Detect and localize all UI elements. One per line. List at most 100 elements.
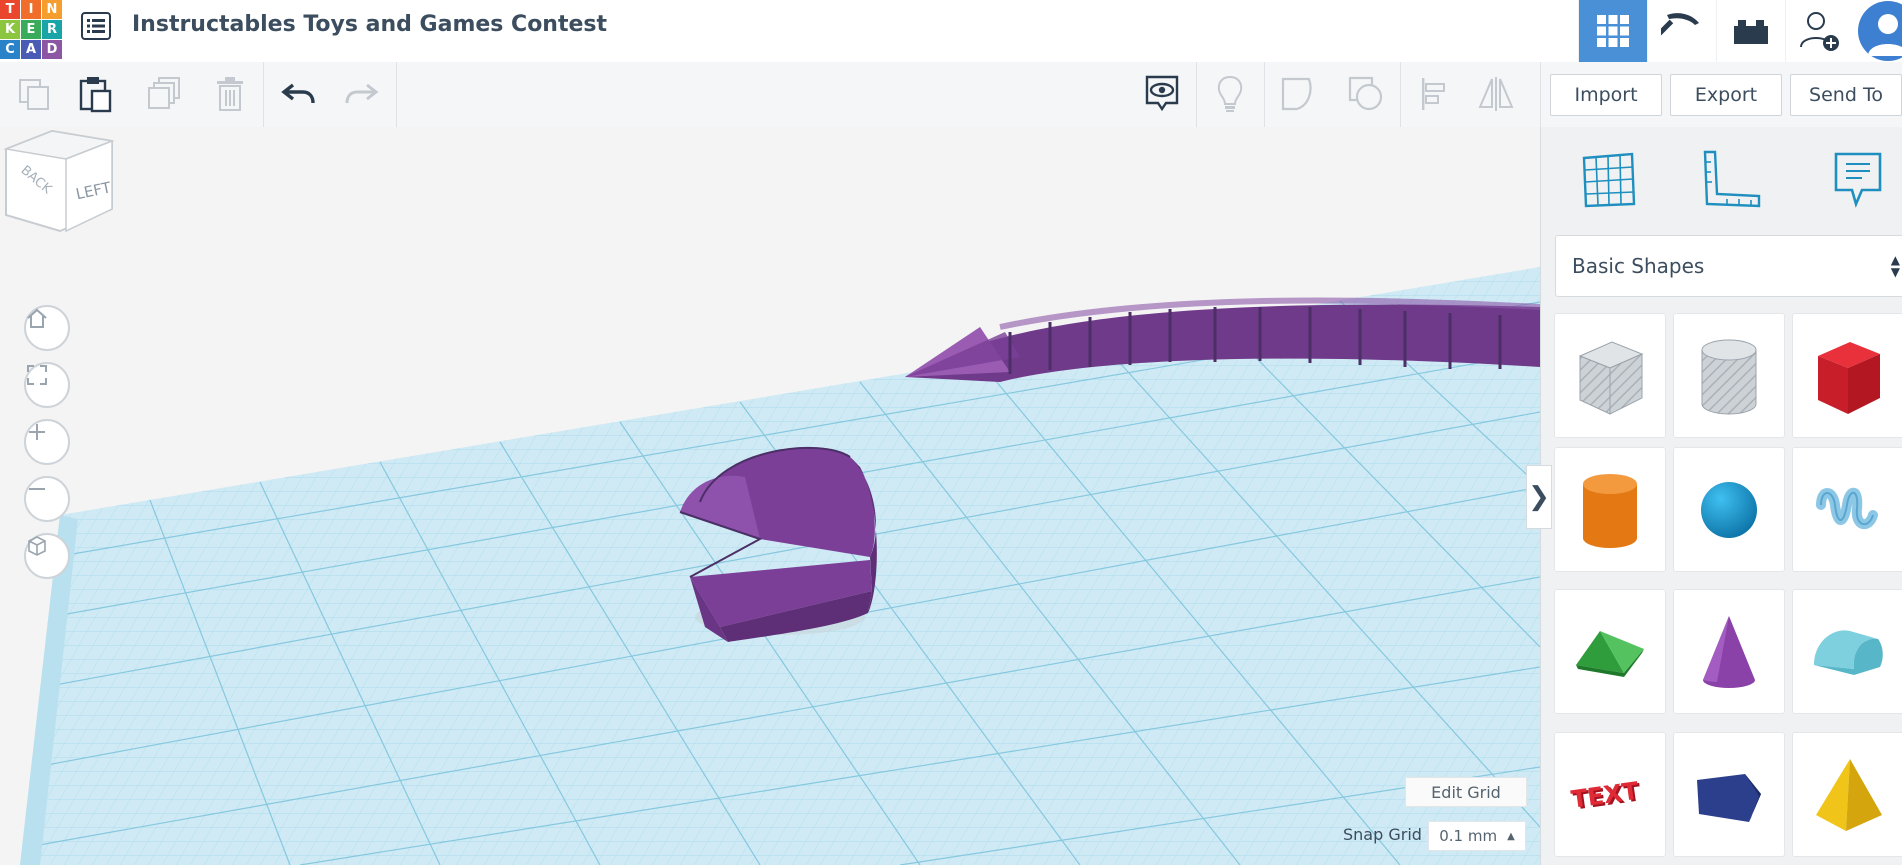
box-icon (1818, 341, 1880, 414)
workplane-icon (1582, 152, 1636, 208)
edit-toolbar: Import Export Send To (0, 62, 1902, 128)
shape-library-select[interactable]: Basic Shapes ▲ ▼ (1555, 235, 1902, 297)
shape-scribble[interactable] (1792, 447, 1902, 572)
logo-letter: C (0, 40, 20, 59)
workplane-viewport[interactable]: LEFT BACK Edit Grid Snap Grid 0.1 mm ▲ (0, 127, 1540, 865)
logo-letter: E (21, 20, 41, 39)
home-view-button[interactable] (24, 305, 70, 351)
text-shape-icon: TEXT TEXT (1569, 776, 1643, 815)
paste-icon (79, 77, 112, 113)
blocks-view-button[interactable] (1647, 0, 1716, 62)
fit-icon (27, 365, 47, 385)
toolbar-divider (1264, 62, 1265, 127)
profile-avatar[interactable] (1854, 0, 1902, 62)
group-button[interactable] (1276, 72, 1320, 116)
polygon-icon (1697, 773, 1761, 822)
plus-icon (29, 424, 45, 440)
lightbulb-icon (1217, 75, 1243, 112)
shape-box-hole[interactable] (1554, 313, 1666, 438)
duplicate-icon (148, 77, 180, 109)
view-cube[interactable]: LEFT BACK (0, 127, 116, 243)
profile-avatar-icon (1858, 1, 1902, 61)
round-roof-icon (1814, 629, 1883, 675)
show-all-button[interactable] (1140, 72, 1184, 116)
shape-polygon[interactable] (1673, 732, 1785, 857)
workplane-scene[interactable] (0, 127, 1540, 865)
notes-tool-button[interactable] (1823, 147, 1893, 213)
pyramid-icon (1816, 758, 1882, 831)
cone-icon (1703, 615, 1755, 688)
design-title[interactable]: Instructables Toys and Games Contest (132, 12, 607, 37)
undo-icon (281, 83, 315, 104)
ruler-tool-button[interactable] (1697, 147, 1767, 213)
top-bar: T I N K E R C A D Instructables Toys and… (0, 0, 1902, 63)
shapes-panel: Basic Shapes ▲ ▼ TEXT TEXT (1540, 127, 1902, 865)
toolbar-divider (396, 62, 397, 127)
snap-grid-label: Snap Grid (1343, 825, 1422, 844)
sphere-icon (1701, 481, 1757, 538)
align-icon (1422, 78, 1445, 110)
toolbar-divider (1196, 62, 1197, 127)
shape-text[interactable]: TEXT TEXT (1554, 732, 1666, 857)
logo-letter: D (42, 40, 62, 59)
list-icon (81, 12, 111, 40)
minus-icon (29, 488, 45, 490)
logo-letter: K (0, 20, 20, 39)
shape-roof[interactable] (1554, 589, 1666, 714)
fit-view-button[interactable] (24, 362, 70, 408)
logo-letter: R (42, 20, 62, 39)
roof-icon (1576, 630, 1644, 677)
toolbar-divider (1540, 62, 1541, 127)
duplicate-button[interactable] (142, 72, 186, 116)
mirror-button[interactable] (1474, 72, 1518, 116)
delete-button[interactable] (208, 72, 252, 116)
select-arrows-icon: ▲ ▼ (1890, 253, 1900, 279)
group-icon (1281, 77, 1312, 111)
ortho-view-button[interactable] (24, 533, 70, 579)
shape-cone[interactable] (1673, 589, 1785, 714)
paste-button[interactable] (74, 72, 118, 116)
zoom-out-button[interactable] (24, 476, 70, 522)
logo-letter: A (21, 40, 41, 59)
workplane-tool-button[interactable] (1573, 147, 1643, 213)
caret-up-icon: ▲ (1507, 830, 1515, 842)
design-list-button[interactable] (80, 10, 112, 42)
undo-button[interactable] (276, 72, 320, 116)
cylinder-icon (1583, 473, 1637, 548)
add-user-icon (1800, 12, 1839, 51)
shape-round-roof[interactable] (1792, 589, 1902, 714)
3d-design-view-button[interactable] (1578, 0, 1647, 62)
bricks-view-button[interactable] (1716, 0, 1785, 62)
shape-cylinder[interactable] (1554, 447, 1666, 572)
import-button[interactable]: Import (1550, 74, 1662, 116)
zoom-in-button[interactable] (24, 419, 70, 465)
invite-user-button[interactable] (1785, 0, 1854, 62)
redo-button[interactable] (340, 72, 384, 116)
shape-pyramid[interactable] (1792, 732, 1902, 857)
logo-letter: I (21, 0, 41, 19)
shape-library-value: Basic Shapes (1572, 254, 1705, 278)
redo-icon (345, 83, 379, 104)
toolbar-divider (263, 62, 264, 127)
send-to-button[interactable]: Send To (1790, 74, 1902, 116)
edit-grid-button[interactable]: Edit Grid (1405, 777, 1527, 807)
export-button[interactable]: Export (1670, 74, 1782, 116)
snap-grid-select[interactable]: 0.1 mm ▲ (1428, 821, 1526, 851)
notes-button[interactable] (1208, 72, 1252, 116)
note-bubble-icon (1834, 152, 1882, 208)
shape-box[interactable] (1792, 313, 1902, 438)
copy-icon (19, 79, 49, 110)
shape-cylinder-hole[interactable] (1673, 313, 1785, 438)
collapse-panel-button[interactable]: ❯ (1526, 465, 1552, 529)
copy-button[interactable] (12, 72, 56, 116)
ruler-icon (1703, 150, 1761, 208)
align-button[interactable] (1412, 72, 1456, 116)
ungroup-button[interactable] (1344, 72, 1388, 116)
tinkercad-logo[interactable]: T I N K E R C A D (0, 0, 62, 59)
shape-sphere[interactable] (1673, 447, 1785, 572)
snap-grid-value: 0.1 mm (1439, 827, 1498, 845)
pickaxe-icon (1661, 13, 1699, 42)
logo-letter: T (0, 0, 20, 19)
cube-icon (28, 536, 46, 556)
mirror-icon (1478, 77, 1514, 111)
